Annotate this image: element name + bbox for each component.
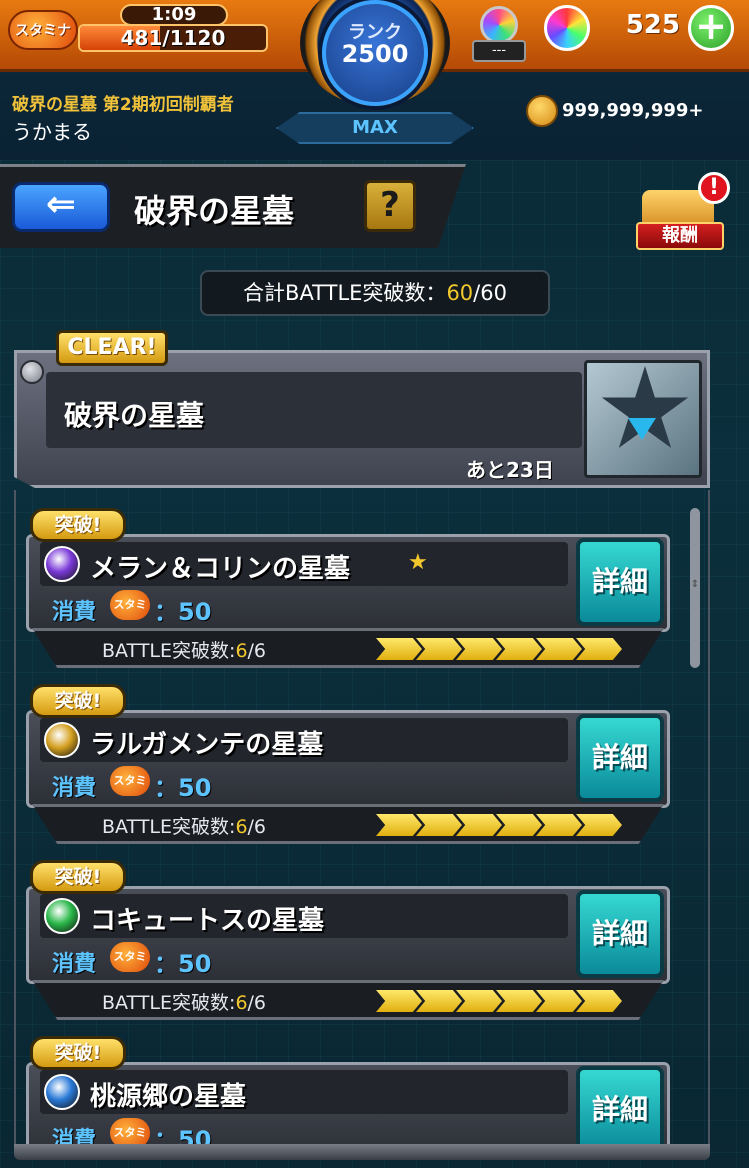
progress-value: 6 (235, 816, 248, 838)
cost-value: ：50 (154, 774, 212, 802)
rank-value: 2500 (341, 40, 409, 68)
progress-chevron-icon (576, 814, 622, 836)
back-button[interactable]: ⇐ (12, 182, 110, 232)
page-title: 破界の星墓 (134, 192, 295, 230)
help-button[interactable]: ? (364, 180, 416, 232)
battle-progress-label: BATTLE突破数:6/6 (102, 636, 266, 663)
stage-list-item[interactable]: 桃源郷の星墓消費スタミナ：50詳細突破! (26, 1036, 670, 1150)
progress-chevron-icon (496, 638, 542, 660)
battle-total: 合計BATTLE突破数：60/60 (200, 270, 550, 316)
gem-ball-icon (480, 6, 518, 44)
gem-slot[interactable]: --- (470, 6, 528, 62)
stamina-bar: 481/1120 (78, 24, 268, 52)
battle-total-label: 合計BATTLE突破数： (243, 281, 447, 305)
progress-text: BATTLE突破数: (102, 992, 236, 1014)
breakthrough-badge: 突破! (30, 1036, 126, 1070)
element-icon (44, 722, 80, 758)
progress-chevrons (376, 638, 622, 660)
detail-button[interactable]: 詳細 (576, 538, 664, 626)
progress-chevron-icon (416, 990, 462, 1012)
reward-label: 報酬 (636, 222, 724, 250)
stamina-cost-icon: スタミナ (110, 590, 150, 641)
progress-chevrons (376, 814, 622, 836)
card-bolt-icon (20, 360, 44, 384)
progress-max: /6 (247, 992, 267, 1014)
breakthrough-badge: 突破! (30, 860, 126, 894)
battle-total-value: 60 (446, 281, 474, 305)
progress-chevron-icon (416, 814, 462, 836)
progress-chevron-icon (496, 814, 542, 836)
progress-chevron-icon (376, 990, 422, 1012)
stage-list-item[interactable]: コキュートスの星墓消費スタミナ：50 詳細 BATTLE突破数:6/6 突破! (26, 860, 670, 1034)
player-title: 破界の星墓 第2期初回制覇者 (12, 95, 234, 115)
progress-chevrons (376, 990, 622, 1012)
scroll-grip-icon: ⇕ (690, 579, 700, 590)
progress-chevron-icon (376, 638, 422, 660)
progress-chevron-icon (536, 990, 582, 1012)
stamina-meter[interactable]: スタミナ 481/1120 1:09 (8, 4, 270, 62)
stage-list-item[interactable]: メラン＆コリンの星墓 ★ 消費スタミナ：50 詳細 BATTLE突破数:6/6 突破! (26, 508, 670, 682)
stamina-value: 481/1120 (120, 26, 226, 50)
stage-list-item[interactable]: ラルガメンテの星墓消費スタミナ：50 詳細 BATTLE突破数:6/6 突破! (26, 684, 670, 858)
cost-label: 消費 (52, 952, 97, 977)
reward-alert-icon: ! (698, 172, 730, 204)
stamina-cost-icon: スタミナ (110, 942, 150, 993)
progress-chevron-icon (576, 990, 622, 1012)
stage-name: 桃源郷の星墓 (90, 1082, 247, 1112)
orb-count: 525 (625, 10, 680, 40)
progress-chevron-icon (536, 638, 582, 660)
main-stage-title: 破界の星墓 (64, 399, 205, 432)
coin-icon (526, 95, 558, 127)
detail-button[interactable]: 詳細 (576, 714, 664, 802)
element-icon (44, 898, 80, 934)
progress-chevron-icon (456, 638, 502, 660)
breakthrough-badge: 突破! (30, 508, 126, 542)
progress-chevron-icon (416, 638, 462, 660)
progress-text: BATTLE突破数: (102, 640, 236, 662)
progress-chevron-icon (536, 814, 582, 836)
reward-button[interactable]: 報酬 ! (636, 172, 730, 254)
element-icon (44, 546, 80, 582)
progress-chevron-icon (456, 814, 502, 836)
progress-chevron-icon (456, 990, 502, 1012)
player-name: うかまる (12, 120, 92, 144)
progress-value: 6 (235, 640, 248, 662)
stage-name: メラン＆コリンの星墓 (90, 554, 351, 584)
progress-chevron-icon (376, 814, 422, 836)
stamina-cost-icon: スタミナ (110, 766, 150, 817)
clear-badge: CLEAR! (56, 330, 168, 366)
progress-text: BATTLE突破数: (102, 816, 236, 838)
stage-list[interactable]: メラン＆コリンの星墓★消費スタミナ：50詳細BATTLE突破数:6/6突破!ラル… (14, 490, 710, 1150)
orb-icon (544, 5, 590, 51)
days-remaining: あと23日 (466, 458, 554, 482)
gem-counter: --- (472, 40, 526, 62)
battle-total-max: /60 (473, 281, 507, 305)
element-icon (44, 1074, 80, 1110)
progress-value: 6 (235, 992, 248, 1014)
progress-max: /6 (247, 640, 267, 662)
star-icon: ★ (408, 550, 428, 575)
rank-max-tag: MAX (276, 112, 474, 144)
cost-label: 消費 (52, 776, 97, 801)
stage-name: コキュートスの星墓 (90, 906, 325, 936)
list-bottom-frame (14, 1144, 710, 1160)
battle-progress-label: BATTLE突破数:6/6 (102, 812, 266, 839)
progress-max: /6 (247, 816, 267, 838)
detail-button[interactable]: 詳細 (576, 1066, 664, 1150)
coin-count: 999,999,999+ (562, 100, 704, 121)
cost-value: ：50 (154, 950, 212, 978)
progress-chevron-icon (496, 990, 542, 1012)
stage-name: ラルガメンテの星墓 (90, 730, 324, 760)
stamina-timer: 1:09 (120, 4, 228, 26)
progress-chevron-icon (576, 638, 622, 660)
cost-value: ：50 (154, 598, 212, 626)
detail-button[interactable]: 詳細 (576, 890, 664, 978)
battle-progress-label: BATTLE突破数:6/6 (102, 988, 266, 1015)
cost-label: 消費 (52, 600, 97, 625)
add-orb-button[interactable]: + (688, 5, 734, 51)
breakthrough-badge: 突破! (30, 684, 126, 718)
stamina-icon: スタミナ (8, 10, 78, 50)
